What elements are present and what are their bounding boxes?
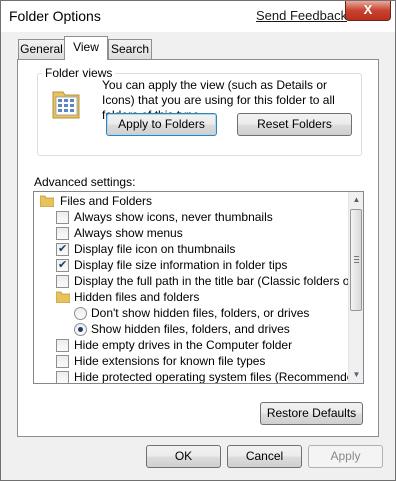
checkbox[interactable] (56, 275, 69, 288)
send-feedback-link[interactable]: Send Feedback (256, 8, 347, 23)
folder-label: Files and Folders (60, 194, 153, 208)
dialog-footer: OK Cancel Apply (1, 440, 395, 480)
folder-options-window: Folder Options Send Feedback X General V… (0, 0, 396, 481)
tab-search[interactable]: Search (108, 39, 152, 60)
advanced-settings-label: Advanced settings: (34, 175, 136, 189)
folder-icon (40, 195, 54, 207)
folder-views-group: Folder views You can apply the view (suc… (37, 66, 362, 156)
checkbox[interactable] (56, 257, 69, 273)
checkbox[interactable] (56, 355, 69, 368)
apply-button[interactable]: Apply (308, 445, 383, 468)
tab-view[interactable]: View (64, 36, 108, 60)
radio-label: Show hidden files, folders, and drives (91, 322, 290, 336)
title-bar: Folder Options Send Feedback X (1, 1, 395, 32)
checkbox-label: Display the full path in the title bar (… (74, 274, 364, 288)
cancel-button[interactable]: Cancel (227, 445, 302, 468)
radio-button[interactable] (74, 323, 87, 336)
scroll-up-arrow-icon[interactable]: ▲ (349, 192, 363, 208)
folder-views-icon (52, 91, 80, 119)
apply-to-folders-button[interactable]: Apply to Folders (106, 113, 217, 136)
checkbox[interactable] (56, 227, 69, 240)
advanced-settings-list[interactable]: Files and Folders Always show icons, nev… (33, 191, 364, 384)
checkbox-label: Always show icons, never thumbnails (74, 210, 273, 224)
checkbox[interactable] (56, 211, 69, 224)
radio-label: Don't show hidden files, folders, or dri… (91, 306, 310, 320)
checkbox[interactable] (56, 339, 69, 352)
reset-folders-button[interactable]: Reset Folders (237, 113, 352, 136)
vertical-scrollbar[interactable]: ▲ ▼ (348, 192, 363, 383)
ok-button[interactable]: OK (146, 445, 221, 468)
dialog-client: General View Search Folder views You can… (1, 32, 395, 440)
scroll-down-arrow-icon[interactable]: ▼ (349, 367, 363, 383)
scrollbar-thumb[interactable] (350, 209, 362, 311)
radio-button[interactable] (74, 307, 87, 320)
checkbox-label: Always show menus (74, 226, 183, 240)
tab-general[interactable]: General (18, 39, 65, 60)
checkbox-label: Display file size information in folder … (74, 258, 288, 272)
view-tab-panel: Folder views You can apply the view (suc… (17, 59, 379, 437)
checkbox-label: Hide protected operating system files (R… (74, 370, 364, 384)
window-title: Folder Options (9, 8, 101, 24)
restore-defaults-button[interactable]: Restore Defaults (260, 402, 363, 425)
folder-icon (56, 291, 70, 303)
checkbox[interactable] (56, 371, 69, 383)
grip-icon (354, 256, 359, 263)
folder-label: Hidden files and folders (74, 290, 200, 304)
checkbox-label: Display file icon on thumbnails (74, 242, 236, 256)
checkbox-label: Hide empty drives in the Computer folder (74, 338, 293, 352)
close-button[interactable]: X (345, 1, 391, 21)
checkbox-label: Hide extensions for known file types (74, 354, 266, 368)
checkbox[interactable] (56, 241, 69, 257)
